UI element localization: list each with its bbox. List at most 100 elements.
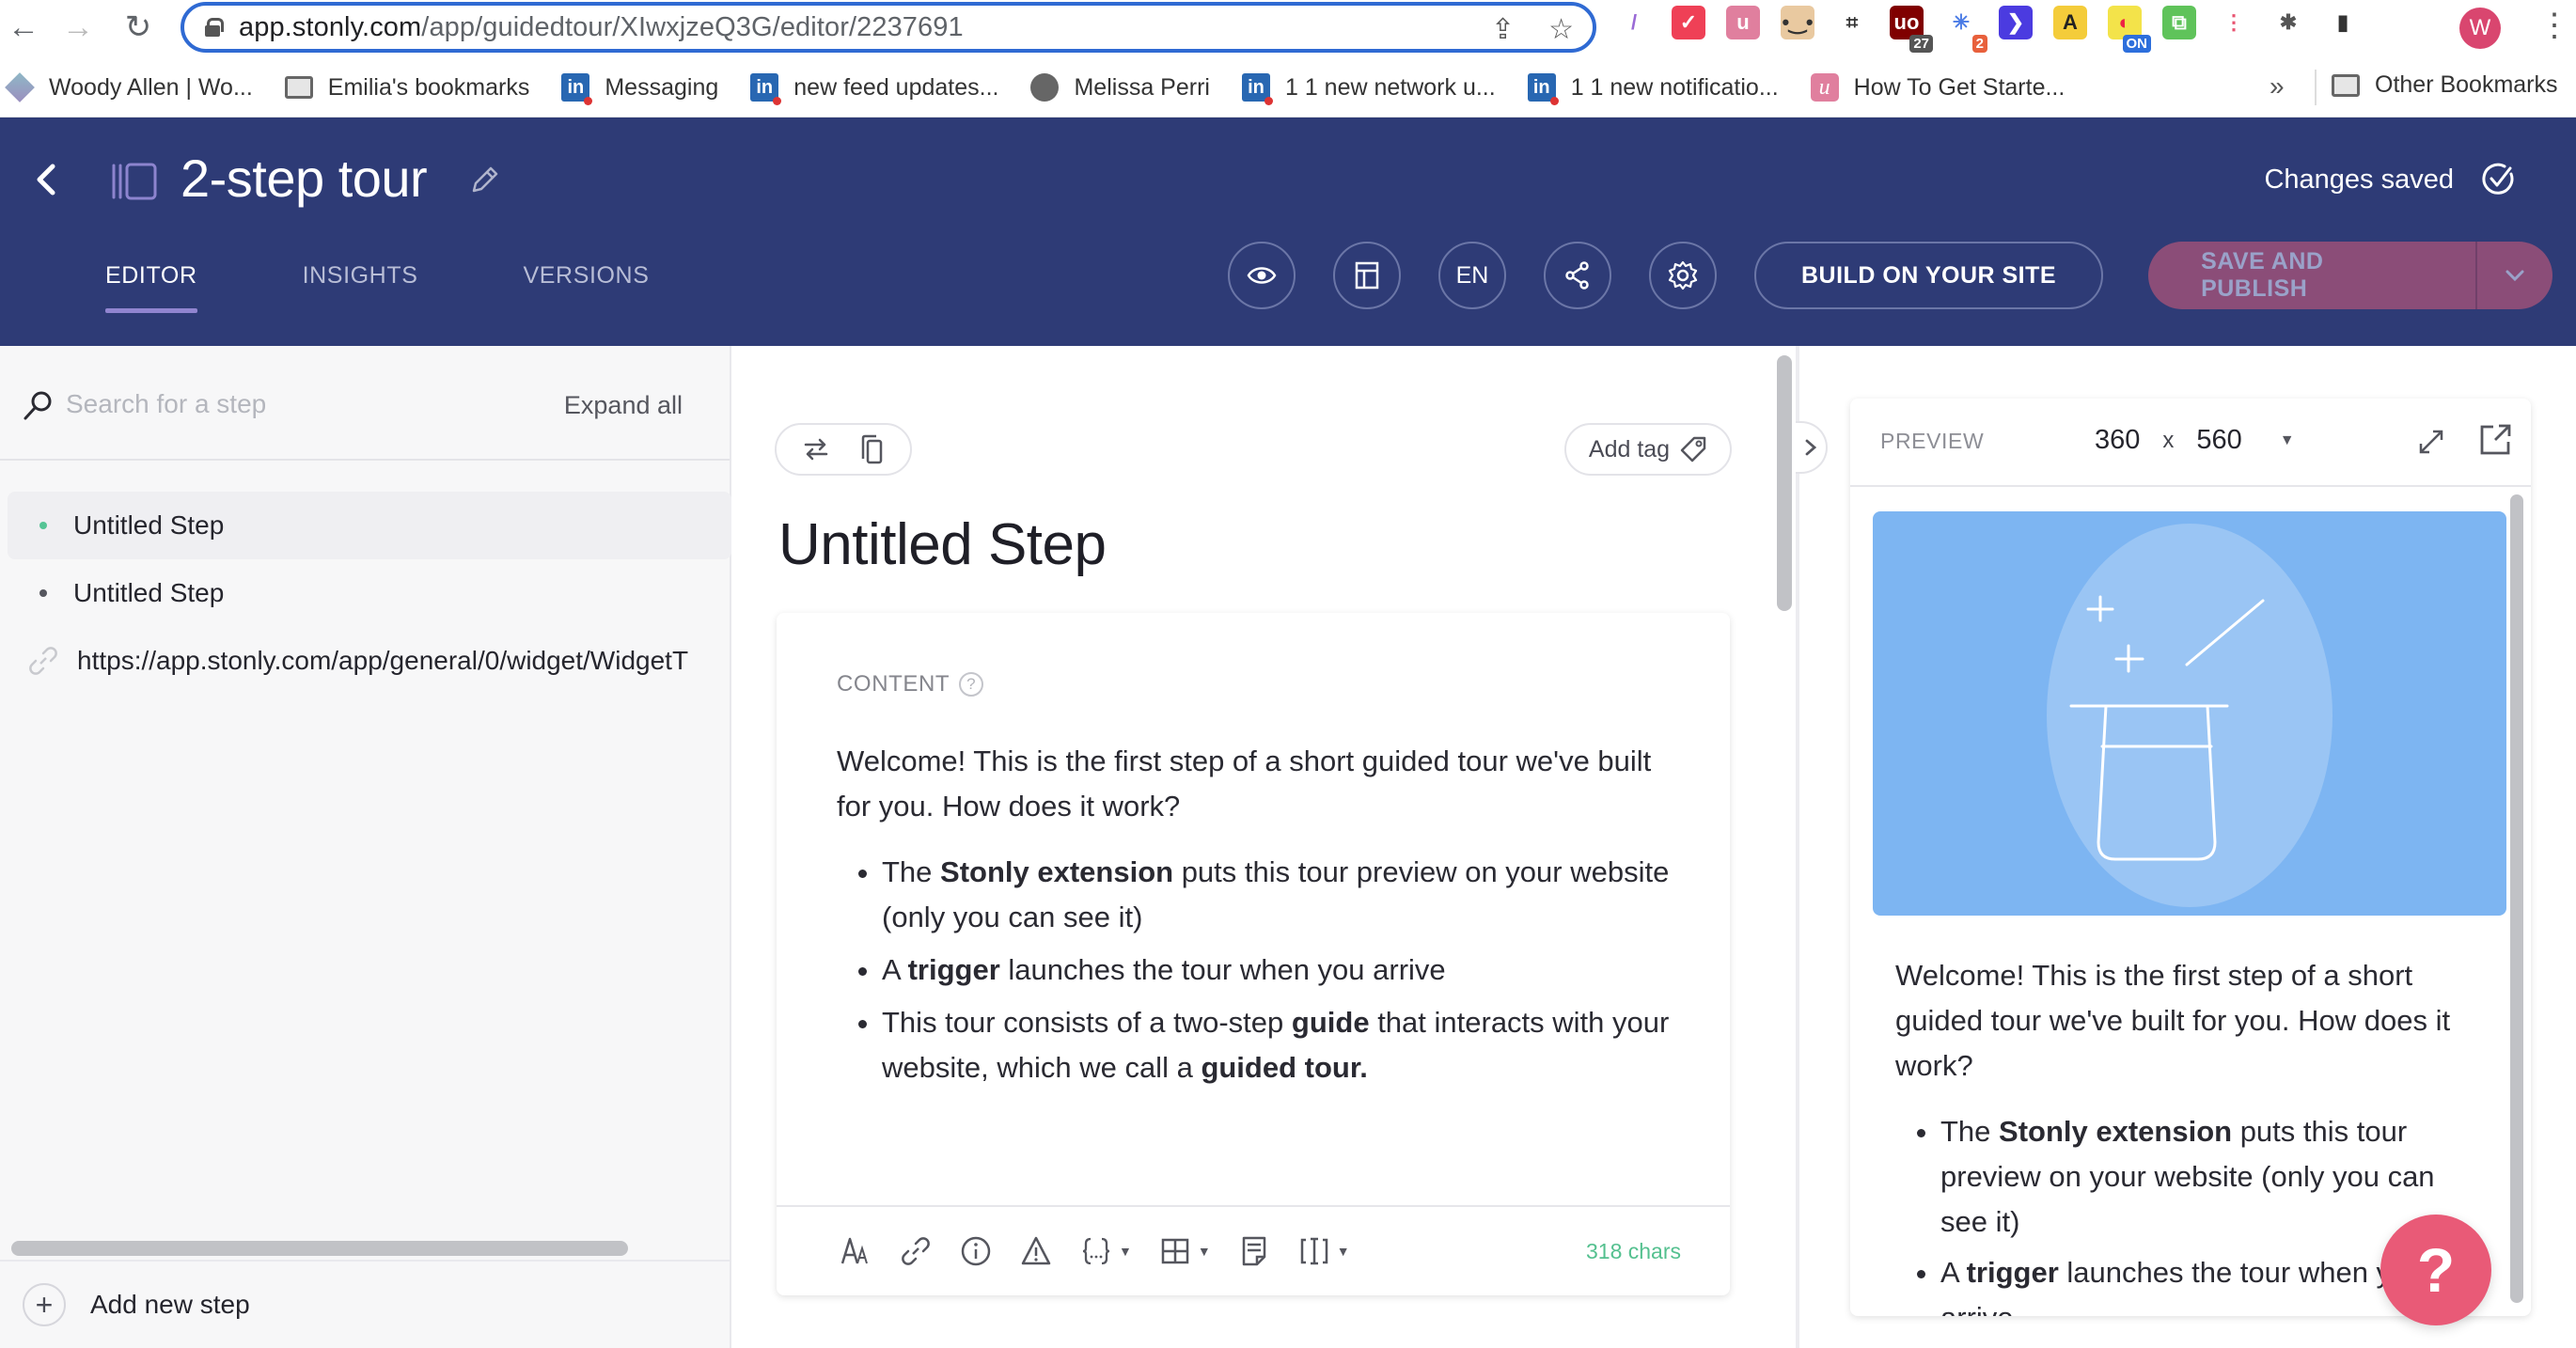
chevron-right-icon (1805, 439, 1817, 456)
sidepanel-extension-icon[interactable]: ▮ (2326, 6, 2360, 39)
tab-insights[interactable]: INSIGHTS (303, 249, 418, 307)
bookmark-item[interactable]: Emilia's bookmarks (284, 74, 529, 102)
expand-icon[interactable] (2414, 425, 2448, 459)
font-extension-icon[interactable]: A (2053, 6, 2087, 39)
ublock-extension-icon[interactable]: uo 27 (1890, 6, 1933, 53)
share-icon[interactable]: ⇪ (1491, 13, 1515, 46)
layout-button[interactable] (1333, 242, 1401, 309)
quill-extension-icon[interactable]: / (1617, 6, 1651, 39)
build-on-your-site-button[interactable]: BUILD ON YOUR SITE (1754, 242, 2104, 309)
share-button[interactable] (1544, 242, 1611, 309)
magic-hat-illustration (2047, 524, 2333, 907)
pocket-extension-icon[interactable]: ✓ (1672, 6, 1705, 39)
preview-size-selector[interactable]: 360 x 560 ▼ (2095, 425, 2295, 456)
preview-intro: Welcome! This is the first step of a sho… (1895, 959, 2451, 1082)
folder-icon (2332, 73, 2360, 97)
expand-all-button[interactable]: Expand all (564, 391, 683, 420)
bookmark-star-icon[interactable]: ☆ (1548, 13, 1574, 46)
step-item[interactable]: Untitled Step (8, 492, 731, 559)
variables-button[interactable]: ▼ (1079, 1234, 1132, 1268)
step-status-dot (39, 522, 47, 529)
search-icon (24, 391, 52, 420)
duplicate-icon[interactable] (857, 434, 886, 464)
bookmark-item[interactable]: in new feed updates... (750, 73, 998, 105)
add-tag-button[interactable]: Add tag (1564, 423, 1732, 476)
editor-vertical-scrollbar[interactable] (1777, 355, 1792, 611)
tour-title: 2-step tour (181, 149, 428, 208)
publish-options-button[interactable] (2475, 242, 2552, 309)
warning-callout-button[interactable] (1019, 1234, 1053, 1268)
stacks-extension-icon[interactable]: ⋮ (2217, 6, 2251, 39)
warning-icon (1021, 1236, 1051, 1265)
input-field-button[interactable]: ▼ (1297, 1234, 1350, 1268)
u-extension-icon[interactable]: u (1726, 6, 1760, 39)
linkedin-icon: in (1241, 73, 1273, 105)
profile-avatar[interactable]: W (2459, 8, 2501, 49)
help-circle-icon[interactable]: ? (959, 672, 984, 697)
browser-back-button[interactable]: ← (0, 4, 47, 51)
browser-menu-icon[interactable]: ⋮ (2538, 9, 2570, 41)
other-bookmarks[interactable]: Other Bookmarks (2332, 71, 2558, 99)
bookmarks-bar: Woody Allen | Wo... Emilia's bookmarks in M… (0, 58, 2576, 118)
step-search-input[interactable] (66, 384, 461, 425)
note-button[interactable] (1237, 1234, 1271, 1268)
content-editor[interactable]: Welcome! This is the first step of a sho… (837, 739, 1683, 1098)
link-button[interactable] (899, 1234, 933, 1268)
tab-editor[interactable]: EDITOR (105, 249, 197, 313)
collapse-preview-button[interactable] (1796, 421, 1828, 474)
browser-forward-button[interactable]: → (55, 4, 102, 51)
bookmarks-overflow-button[interactable]: » (2270, 71, 2285, 102)
browser-toolbar: ← → ↻ app.stonly.com/app/guidedtour/XIwx… (0, 0, 2576, 58)
extension-glyph: ✳ (1952, 10, 1971, 34)
bookmark-item[interactable]: in 1 1 new notificatio... (1527, 73, 1779, 105)
address-bar[interactable]: app.stonly.com/app/guidedtour/XIwxjzeQ3G… (181, 2, 1596, 53)
folder-icon (284, 76, 313, 99)
step-item[interactable]: Untitled Step (8, 559, 731, 627)
bookmark-item[interactable]: u How To Get Starte... (1810, 73, 2065, 102)
face-extension-icon[interactable]: •‿• (1781, 6, 1814, 39)
extension-glyph: ⋮ (2223, 10, 2244, 34)
content-bullet-list: The Stonly extension puts this tour prev… (837, 850, 1683, 1090)
editor-tabs: EDITOR INSIGHTS VERSIONS (105, 249, 754, 313)
step-link-item[interactable]: https://app.stonly.com/app/general/0/wid… (8, 627, 731, 695)
table-button[interactable]: ▼ (1158, 1234, 1211, 1268)
settings-button[interactable] (1649, 242, 1717, 309)
language-button[interactable]: EN (1438, 242, 1506, 309)
swap-arrows-icon[interactable] (802, 434, 830, 464)
bookmark-label: 1 1 new network u... (1284, 73, 1496, 101)
screenshot-extension-icon[interactable]: ⌗ (1835, 6, 1869, 39)
caret-down-icon: ▼ (1336, 1244, 1350, 1259)
add-new-step-button[interactable]: + Add new step (0, 1260, 730, 1348)
sparkle-extension-icon[interactable]: ✳ 2 (1944, 6, 1987, 53)
clipboard-extension-icon[interactable]: ⧉ (2162, 6, 2196, 39)
text-style-button[interactable] (839, 1234, 872, 1268)
bookmark-item[interactable]: Woody Allen | Wo... (5, 72, 253, 102)
info-callout-button[interactable] (959, 1234, 993, 1268)
open-external-icon[interactable] (2476, 421, 2514, 459)
bookmark-item[interactable]: in Messaging (561, 73, 718, 105)
sidebar-horizontal-scrollbar[interactable] (11, 1241, 628, 1256)
help-button[interactable]: ? (2380, 1215, 2491, 1325)
browser-reload-button[interactable]: ↻ (115, 4, 162, 51)
extensions-bar: / ✓ u •‿• ⌗ uo 27 ✳ 2 ❯ A ◐ ON ⧉ ⋮ ✱ ▮ (1617, 6, 2360, 53)
arrow-extension-icon[interactable]: ❯ (1999, 6, 2033, 39)
other-bookmarks-label: Other Bookmarks (2375, 71, 2558, 98)
puzzle-extension-icon[interactable]: ✱ (2271, 6, 2305, 39)
pencil-icon[interactable] (466, 163, 502, 198)
preview-scrollbar[interactable] (2510, 494, 2523, 1303)
preview-width: 360 (2095, 425, 2141, 455)
extension-glyph: ✓ (1679, 10, 1698, 34)
linkedin-icon: in (1527, 73, 1559, 105)
back-button[interactable] (24, 157, 70, 202)
tab-versions[interactable]: VERSIONS (523, 249, 649, 307)
bookmark-item[interactable]: in 1 1 new network u... (1241, 73, 1496, 105)
plus-icon: + (23, 1283, 66, 1326)
preview-button[interactable] (1228, 242, 1296, 309)
step-title[interactable]: Untitled Step (778, 511, 1107, 578)
save-and-publish-button[interactable]: SAVE AND PUBLISH (2148, 242, 2475, 309)
toggle-extension-icon[interactable]: ◐ ON (2108, 6, 2151, 53)
bookmark-label: Woody Allen | Wo... (49, 73, 253, 101)
step-status-dot (39, 589, 47, 597)
bookmark-item[interactable]: Melissa Perri (1030, 73, 1210, 102)
preview-label: PREVIEW (1880, 429, 1985, 453)
